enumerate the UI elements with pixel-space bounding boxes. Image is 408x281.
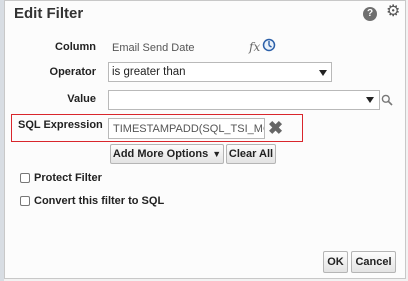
cancel-button[interactable]: Cancel: [351, 251, 396, 273]
close-icon[interactable]: ⚙: [386, 4, 400, 20]
add-more-options-button[interactable]: Add More Options ▼: [110, 144, 224, 164]
clear-x-icon[interactable]: ✖: [268, 119, 283, 137]
sql-expression-label: SQL Expression: [18, 119, 103, 131]
dropdown-arrow-icon[interactable]: [366, 97, 374, 103]
operator-select[interactable]: is greater than: [108, 62, 332, 82]
caret-down-icon: ▼: [212, 149, 222, 159]
protect-filter-box[interactable]: [20, 173, 30, 183]
sql-expression-value: TIMESTAMPADD(SQL_TSI_MC: [113, 123, 265, 135]
operator-selected: is greater than: [112, 66, 186, 78]
help-icon[interactable]: ?: [363, 7, 377, 21]
sql-expression-input[interactable]: TIMESTAMPADD(SQL_TSI_MC: [108, 118, 265, 139]
clear-all-button[interactable]: Clear All: [226, 144, 276, 164]
convert-to-sql-checkbox[interactable]: Convert this filter to SQL: [20, 195, 164, 207]
column-label: Column: [55, 41, 96, 53]
add-more-options-label: Add More Options: [112, 148, 209, 160]
convert-to-sql-label: Convert this filter to SQL: [34, 195, 165, 207]
fx-icon[interactable]: fx: [249, 40, 260, 54]
operator-label: Operator: [49, 66, 96, 78]
column-value: Email Send Date: [112, 42, 195, 54]
protect-filter-label: Protect Filter: [34, 172, 102, 184]
search-icon[interactable]: [381, 93, 393, 111]
ok-button[interactable]: OK: [323, 251, 348, 273]
value-input[interactable]: [108, 90, 380, 110]
dialog-titlebar: Edit Filter ? ⚙: [5, 1, 405, 31]
value-label: Value: [67, 93, 96, 105]
column-picker-icon[interactable]: [262, 38, 276, 57]
chevron-down-icon[interactable]: [319, 70, 327, 76]
convert-to-sql-box[interactable]: [20, 196, 30, 206]
dialog-title: Edit Filter: [14, 5, 84, 22]
protect-filter-checkbox[interactable]: Protect Filter: [20, 172, 102, 184]
